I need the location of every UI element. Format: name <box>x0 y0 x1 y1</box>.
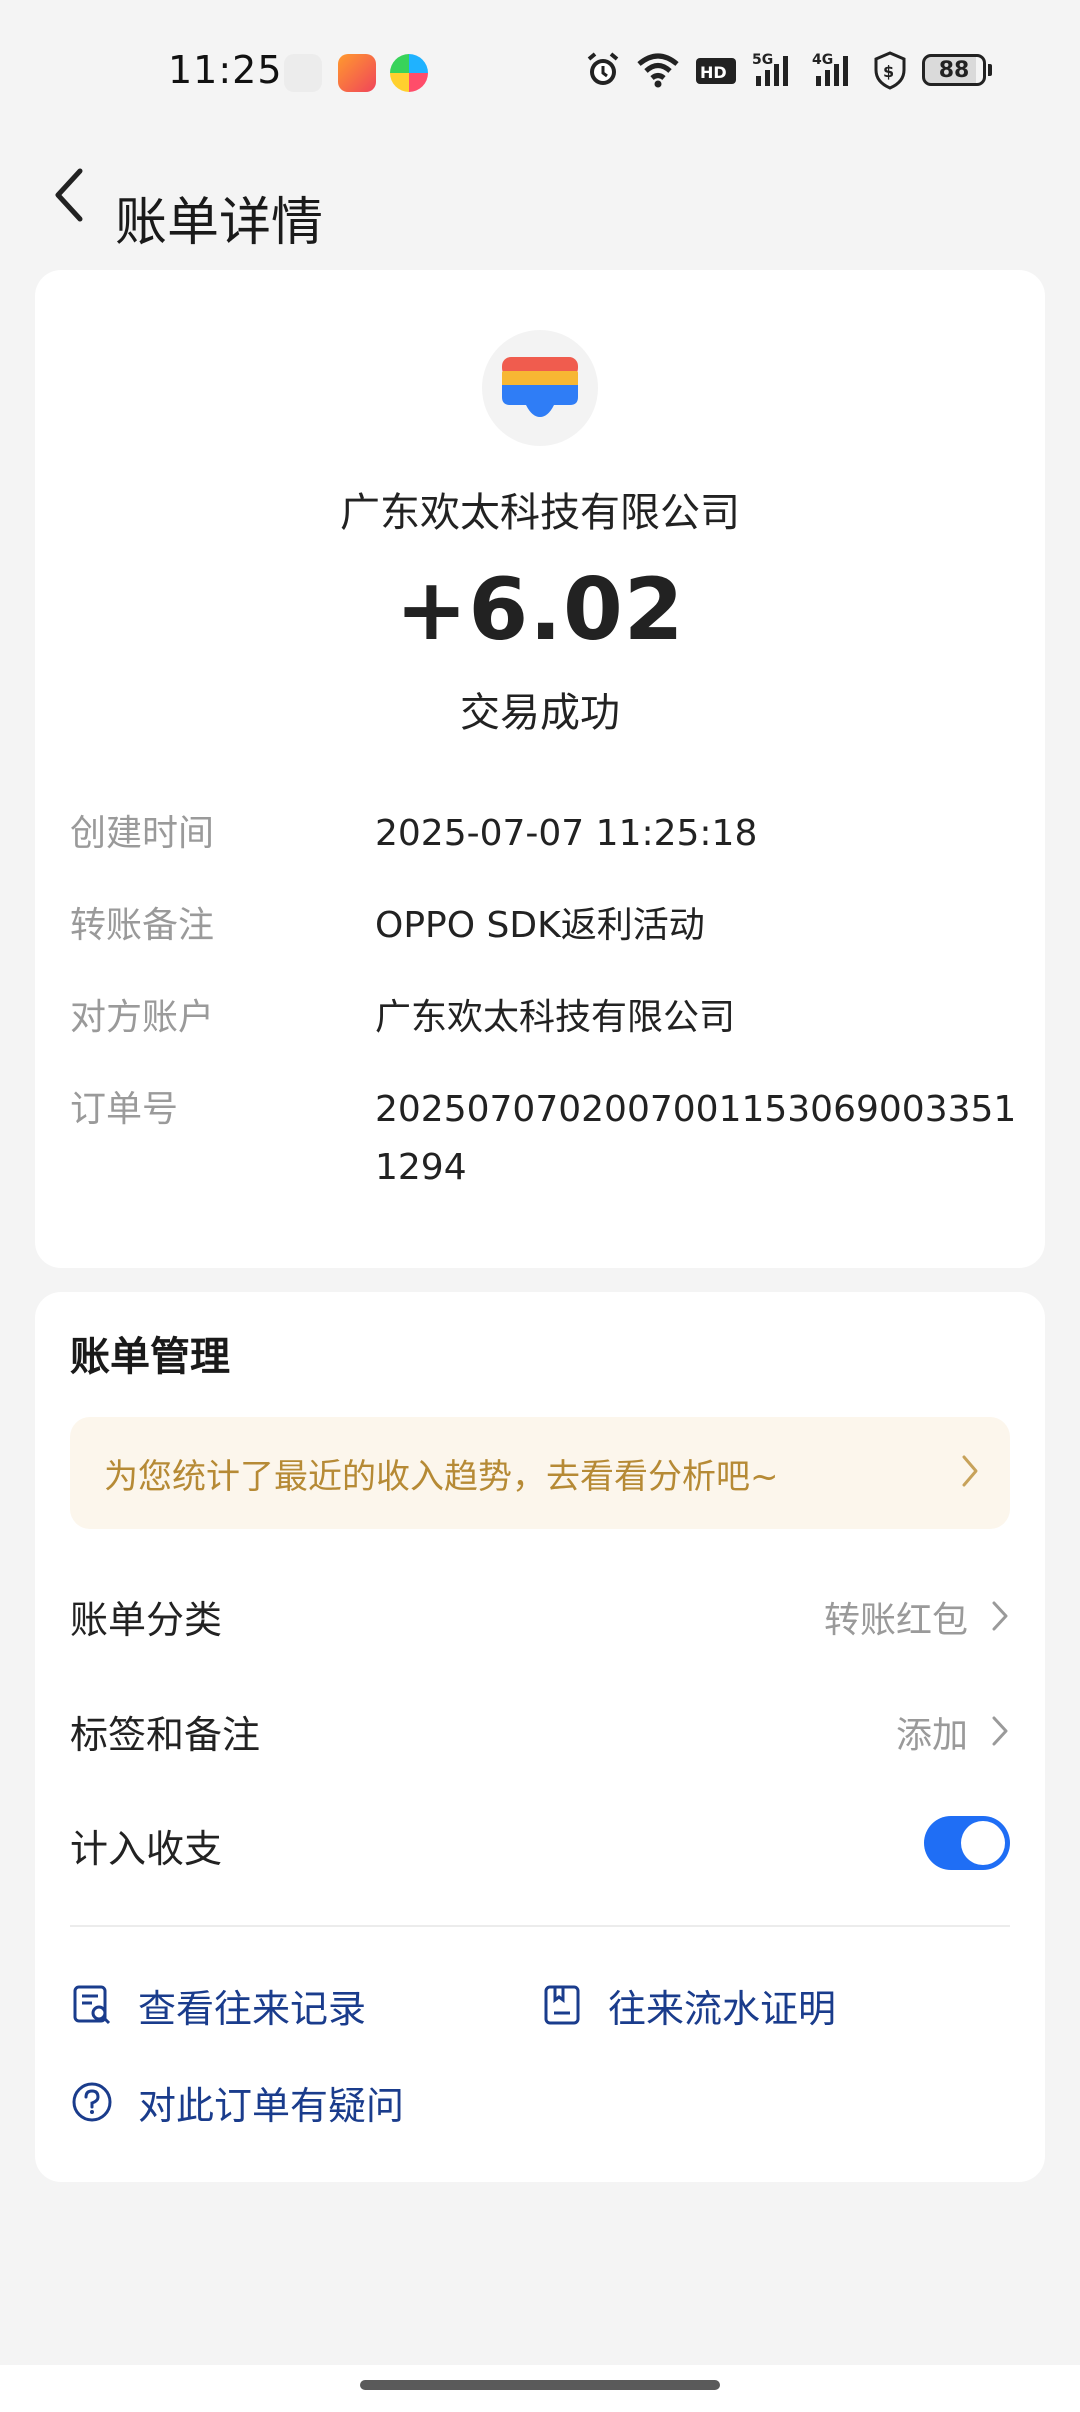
count-in-row: 计入收支 <box>70 1804 1010 1884</box>
merchant-logo <box>482 330 598 446</box>
chevron-left-icon <box>55 168 83 222</box>
detail-value: 广东欢太科技有限公司 <box>375 997 736 1038</box>
transaction-status: 交易成功 <box>460 690 620 736</box>
setting-value: 添加 <box>895 1715 968 1756</box>
statement-proof-link[interactable]: 往来流水证明 <box>540 1970 836 2040</box>
wallet-icon <box>502 357 578 417</box>
detail-value: OPPO SDK返利活动 <box>375 905 705 946</box>
view-records-link[interactable]: 查看往来记录 <box>70 1970 366 2040</box>
app-header: 账单详情 <box>0 140 1080 260</box>
question-icon <box>70 2080 114 2124</box>
bill-category-row[interactable]: 账单分类 转账红包 <box>70 1575 1010 1655</box>
income-trend-banner[interactable]: 为您统计了最近的收入趋势，去看看分析吧~ <box>70 1417 1010 1529</box>
bill-detail-page: 11:25 HD 5G 4G $ 88 账单详情 广东欢太科技有限公司 +6.0… <box>0 0 1080 2412</box>
link-label: 往来流水证明 <box>608 1986 837 2031</box>
order-question-link[interactable]: 对此订单有疑问 <box>70 2067 404 2137</box>
toggle-knob <box>961 1821 1005 1865</box>
alarm-icon <box>587 52 619 85</box>
order-number-value[interactable]: 20250707020070011530690033511294 <box>375 1081 1035 1197</box>
count-in-toggle[interactable] <box>924 1816 1010 1870</box>
setting-label: 计入收支 <box>70 1827 223 1871</box>
status-icons: HD 5G 4G $ 88 <box>584 50 992 90</box>
notification-app-icon <box>390 54 428 92</box>
home-indicator[interactable] <box>360 2380 720 2390</box>
battery-level: 88 <box>922 54 986 86</box>
shield-dollar-icon: $ <box>874 51 906 90</box>
detail-label: 创建时间 <box>70 813 215 854</box>
notification-app-icon <box>338 54 376 92</box>
chevron-right-icon <box>992 1716 1008 1746</box>
detail-label: 转账备注 <box>70 905 215 946</box>
status-time: 11:25 <box>168 48 283 92</box>
tags-notes-row[interactable]: 标签和备注 添加 <box>70 1690 1010 1770</box>
chevron-right-icon <box>992 1601 1008 1631</box>
svg-text:HD: HD <box>700 63 727 82</box>
transaction-amount: +6.02 <box>395 560 685 660</box>
divider <box>70 1925 1010 1927</box>
setting-value: 转账红包 <box>823 1600 968 1641</box>
notification-app-icon <box>284 54 322 92</box>
link-label: 对此订单有疑问 <box>138 2083 405 2128</box>
svg-text:$: $ <box>883 62 894 81</box>
records-search-icon <box>70 1983 114 2027</box>
battery-icon: 88 <box>922 54 992 86</box>
link-label: 查看往来记录 <box>138 1986 367 2031</box>
setting-label: 标签和备注 <box>70 1713 261 1757</box>
4g-signal-icon: 4G <box>812 52 848 86</box>
statement-icon <box>540 1983 584 2027</box>
bill-management-card: 账单管理 为您统计了最近的收入趋势，去看看分析吧~ 账单分类 转账红包 标签和备… <box>35 1292 1045 2182</box>
detail-label: 对方账户 <box>70 997 215 1038</box>
page-title: 账单详情 <box>115 193 324 253</box>
section-title: 账单管理 <box>70 1334 230 1380</box>
merchant-name: 广东欢太科技有限公司 <box>340 490 740 536</box>
transaction-card: 广东欢太科技有限公司 +6.02 交易成功 创建时间 2025-07-07 11… <box>35 270 1045 1268</box>
detail-label: 订单号 <box>70 1089 179 1130</box>
svg-text:5G: 5G <box>752 52 773 68</box>
wifi-icon <box>637 53 679 88</box>
hd-icon: HD <box>696 58 736 84</box>
svg-text:4G: 4G <box>812 52 833 68</box>
promo-text: 为您统计了最近的收入趋势，去看看分析吧~ <box>104 1457 779 1497</box>
5g-signal-icon: 5G <box>752 52 788 86</box>
status-bar: 11:25 HD 5G 4G $ 88 <box>0 0 1080 140</box>
detail-value: 2025-07-07 11:25:18 <box>375 813 758 854</box>
setting-label: 账单分类 <box>70 1598 223 1642</box>
back-button[interactable] <box>30 150 110 240</box>
chevron-right-icon <box>962 1455 978 1487</box>
